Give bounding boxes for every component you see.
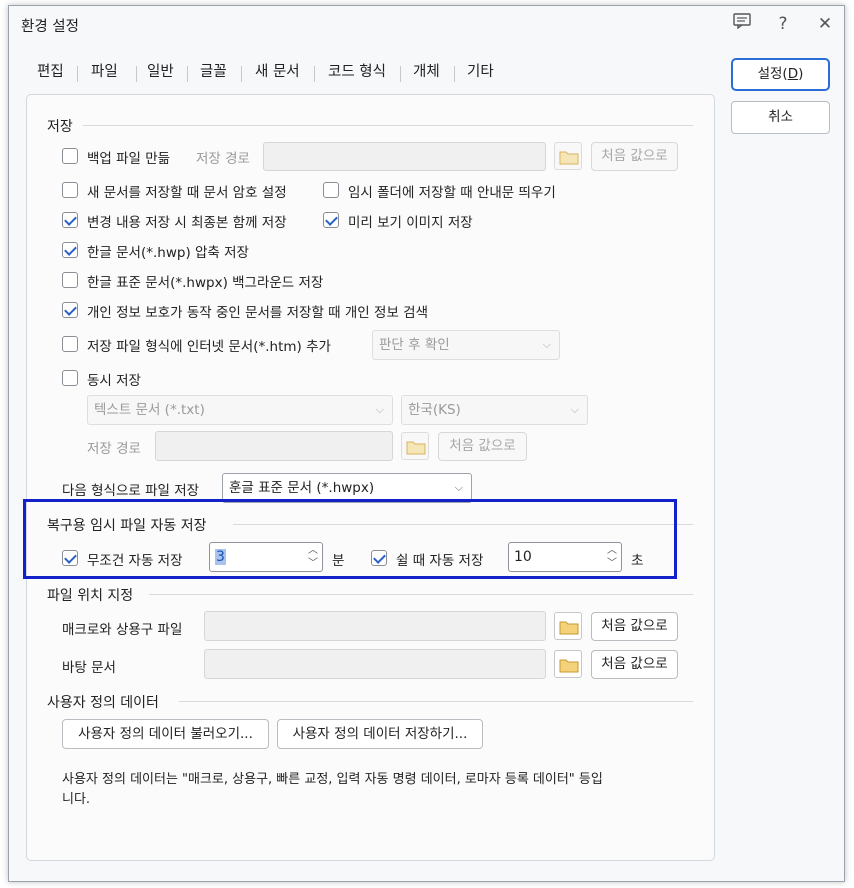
compress-hwp-checkbox[interactable] [62,242,78,258]
encrypt-checkbox[interactable] [62,182,78,198]
simultaneous-path-label: 저장 경로 [87,441,141,457]
tab-separator [77,66,78,82]
add-htm-combo[interactable]: 판단 후 확인 ⌵ [372,330,560,360]
simultaneous-format-combo[interactable]: 텍스트 문서 (*.txt) ⌵ [87,395,393,425]
backup-reset-button[interactable]: 처음 값으로 [591,142,678,171]
simultaneous-save-checkbox[interactable] [62,370,78,386]
save-as-format-value: 훈글 표준 문서 (*.hwpx) [229,480,375,496]
tab-new-document[interactable]: 새 문서 [255,58,300,96]
preview-image-label: 미리 보기 이미지 저장 [348,215,473,231]
load-user-data-button[interactable]: 사용자 정의 데이터 불러오기... [62,719,269,749]
encrypt-label: 새 문서를 저장할 때 문서 암호 설정 [87,185,287,201]
cancel-button[interactable]: 취소 [731,101,830,134]
group-divider [149,594,693,595]
temp-notice-label: 임시 폴더에 저장할 때 안내문 띄우기 [348,185,556,201]
tab-etc[interactable]: 기타 [467,58,494,96]
tab-general[interactable]: 일반 [147,58,174,96]
macro-file-input[interactable] [204,611,546,641]
backup-path-input[interactable] [263,142,546,171]
temp-notice-checkbox[interactable] [323,182,339,198]
user-data-group-title: 사용자 정의 데이터 [47,695,159,711]
add-htm-label: 저장 파일 형식에 인터넷 문서(*.htm) 추가 [87,339,331,355]
desktop-doc-input[interactable] [204,649,546,679]
save-user-data-button[interactable]: 사용자 정의 데이터 저장하기... [277,719,483,749]
tab-edit[interactable]: 편집 [37,58,64,96]
backup-folder-button[interactable] [554,142,582,170]
simultaneous-save-label: 동시 저장 [87,373,141,389]
ok-mnemonic: D [787,66,799,82]
chevron-down-icon: ⌵ [454,481,463,494]
tab-separator [241,66,242,82]
ok-label-prefix: 설정( [757,66,788,82]
simultaneous-reset-button[interactable]: 처음 값으로 [438,432,527,461]
keep-final-checkbox[interactable] [62,212,78,228]
tab-file[interactable]: 파일 [81,58,128,96]
background-hwpx-checkbox[interactable] [62,272,78,288]
backup-path-label: 저장 경로 [196,151,250,167]
desktop-doc-label: 바탕 문서 [62,660,116,676]
ok-button[interactable]: 설정(D) [731,58,830,91]
group-divider [83,125,693,126]
desktop-reset-button[interactable]: 처음 값으로 [591,650,678,679]
backup-label: 백업 파일 만듦 [87,151,171,167]
add-htm-combo-value: 판단 후 확인 [379,337,450,353]
autosave-highlight-box [23,499,677,579]
comment-icon[interactable] [730,12,754,36]
dialog-title: 환경 설정 [21,19,79,35]
simultaneous-folder-button[interactable] [401,432,429,460]
chevron-down-icon: ⌵ [375,403,384,416]
simultaneous-encoding-value: 한국(KS) [408,402,461,418]
titlebar: 환경 설정 ? ✕ [9,6,844,42]
folder-icon [559,659,579,673]
folder-icon [559,621,579,635]
simultaneous-format-value: 텍스트 문서 (*.txt) [94,402,205,418]
tab-font[interactable]: 글꼴 [200,58,227,96]
group-divider [179,701,693,702]
ok-label-suffix: ) [798,66,804,82]
tab-separator [314,66,315,82]
compress-hwp-label: 한글 문서(*.hwp) 압축 저장 [87,245,249,261]
chevron-down-icon: ⌵ [542,338,551,351]
keep-final-label: 변경 내용 저장 시 최종본 함께 저장 [87,215,287,231]
privacy-search-checkbox[interactable] [62,302,78,318]
save-group-title: 저장 [47,119,73,135]
folder-icon [406,441,426,455]
preview-image-checkbox[interactable] [323,212,339,228]
chevron-down-icon: ⌵ [570,403,579,416]
tab-separator [187,66,188,82]
help-button[interactable]: ? [771,12,795,36]
user-data-description-line2: 니다. [62,792,91,807]
user-data-description-line1: 사용자 정의 데이터는 "매크로, 상용구, 빠른 교정, 입력 자동 명령 데… [62,772,603,787]
macro-reset-button[interactable]: 처음 값으로 [591,612,678,641]
locations-group-title: 파일 위치 지정 [47,588,134,604]
save-as-label: 다음 형식으로 파일 저장 [62,483,200,499]
tab-separator [400,66,401,82]
macro-file-label: 매크로와 상용구 파일 [62,622,183,638]
privacy-search-label: 개인 정보 보호가 동작 중인 문서를 저장할 때 개인 정보 검색 [87,305,428,321]
tab-object[interactable]: 개체 [413,58,440,96]
background-hwpx-label: 한글 표준 문서(*.hwpx) 백그라운드 저장 [87,275,324,291]
file-settings-panel: 저장 백업 파일 만듦 저장 경로 처음 값으로 새 문서를 저장할 때 문서 … [26,94,715,861]
desktop-folder-button[interactable] [554,650,582,678]
simultaneous-encoding-combo[interactable]: 한국(KS) ⌵ [401,395,588,425]
close-button[interactable]: ✕ [813,12,837,36]
tab-separator [454,66,455,82]
preferences-dialog: 환경 설정 ? ✕ 편집 파일 일반 글꼴 새 문서 코드 형식 개체 기타 설… [8,5,845,882]
simultaneous-path-input[interactable] [155,431,393,461]
add-htm-checkbox[interactable] [62,336,78,352]
tab-separator [136,66,137,82]
folder-icon [559,151,579,165]
macro-folder-button[interactable] [554,612,582,640]
tab-code-format[interactable]: 코드 형식 [328,58,386,96]
backup-checkbox[interactable] [62,148,78,164]
